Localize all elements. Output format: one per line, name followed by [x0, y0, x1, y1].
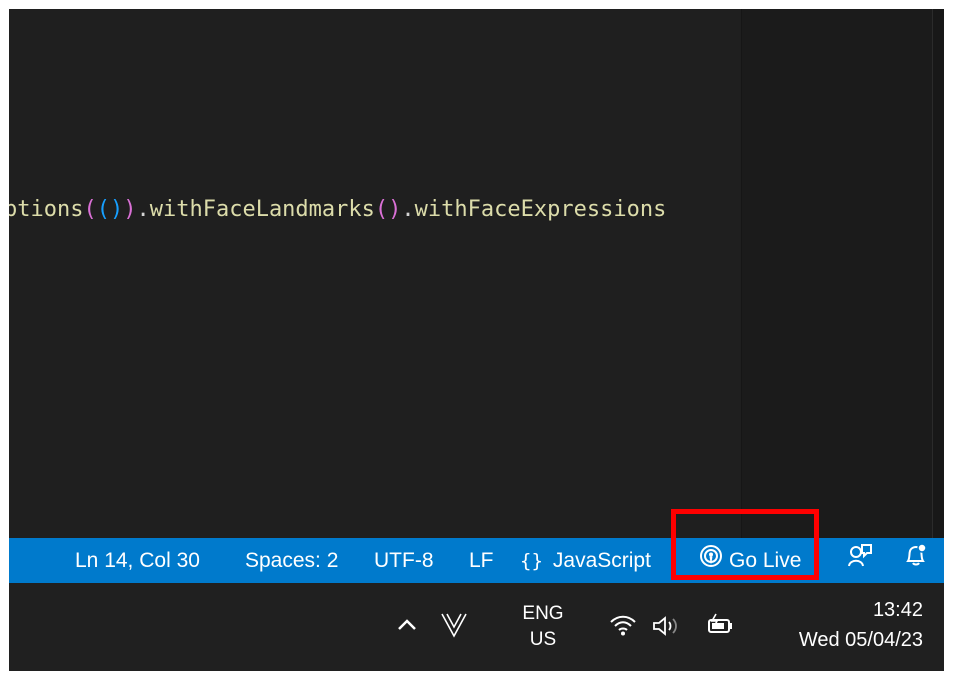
notifications-button[interactable] [903, 538, 929, 583]
volume-icon[interactable] [652, 615, 684, 642]
indentation-selector[interactable]: Spaces: 2 [245, 538, 338, 583]
person-feedback-icon [847, 539, 873, 584]
region-code: US [529, 629, 557, 650]
language-code: ENG [522, 603, 564, 624]
screenshot: ptions(()).withFaceLandmarks().withFaceE… [9, 9, 944, 671]
eol-selector[interactable]: LF [469, 538, 494, 583]
input-language-indicator[interactable]: ENG US [517, 601, 569, 653]
v-app-icon[interactable] [439, 609, 469, 644]
encoding-selector[interactable]: UTF-8 [374, 538, 434, 583]
language-mode-label: JavaScript [552, 549, 651, 572]
bell-dot-icon [903, 539, 929, 584]
code-token: . [136, 197, 150, 222]
status-bar: Ln 14, Col 30 Spaces: 2 UTF-8 LF {} JavaS… [9, 538, 944, 583]
editor-scrollbar[interactable] [932, 9, 944, 538]
code-token: () [374, 197, 402, 222]
windows-taskbar: ENG US 13:42 Wed 05/04/23 [9, 583, 944, 671]
language-mode-selector[interactable]: {} JavaScript [520, 538, 651, 583]
cursor-position[interactable]: Ln 14, Col 30 [75, 538, 200, 583]
code-token: . [401, 197, 415, 222]
system-clock[interactable]: 13:42 Wed 05/04/23 [749, 595, 923, 655]
chevron-up-icon[interactable] [395, 613, 419, 642]
feedback-button[interactable] [847, 538, 873, 583]
wifi-icon[interactable] [609, 613, 637, 642]
code-token: ptions [9, 197, 84, 222]
clock-date: Wed 05/04/23 [798, 629, 923, 651]
code-token: withFaceLandmarks [149, 197, 375, 222]
code-token: ( [83, 197, 97, 222]
editor-area[interactable]: ptions(()).withFaceLandmarks().withFaceE… [9, 9, 944, 538]
braces-icon: {} [520, 550, 543, 572]
go-live-label: Go Live [729, 549, 802, 572]
code-line[interactable]: ptions(()).withFaceLandmarks().withFaceE… [9, 195, 741, 225]
go-live-button[interactable]: Go Live [699, 538, 801, 583]
broadcast-icon [699, 539, 723, 584]
clock-time: 13:42 [872, 599, 923, 621]
code-token: ) [123, 197, 137, 222]
minimap[interactable] [742, 9, 932, 538]
code-token: () [96, 197, 124, 222]
battery-charging-icon[interactable] [706, 613, 736, 642]
code-token: withFaceExpressions [414, 197, 667, 222]
